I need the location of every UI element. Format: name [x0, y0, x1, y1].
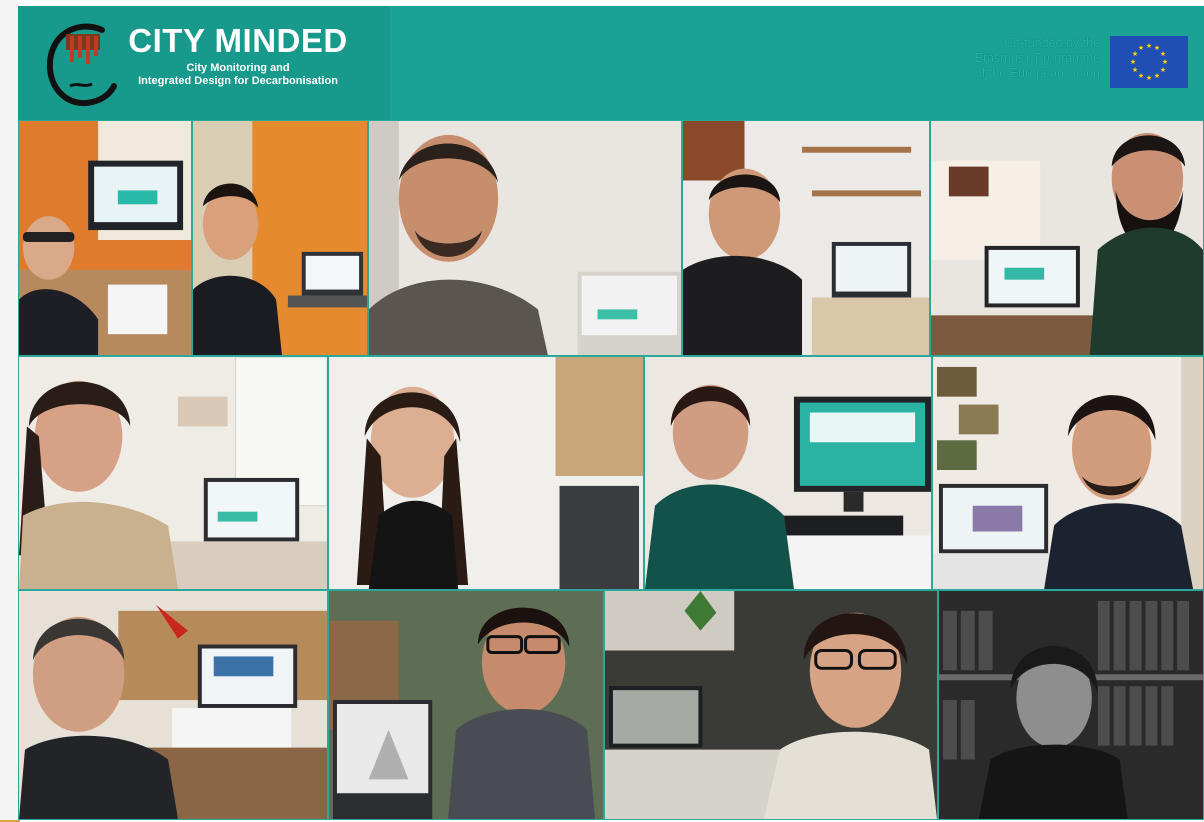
- header-banner: CITY MINDED City Monitoring and Integrat…: [18, 6, 1204, 120]
- participant-12-photo: [605, 591, 937, 819]
- participant-13-photo: [939, 591, 1203, 819]
- svg-text:★: ★: [1130, 58, 1136, 66]
- participant-tile-3: [368, 120, 682, 356]
- project-subtitle-line-1: City Monitoring and: [186, 62, 290, 74]
- participant-tile-6: [18, 356, 328, 590]
- svg-text:★: ★: [1160, 50, 1166, 58]
- participant-tile-1: [18, 120, 192, 356]
- participant-8-photo: [645, 357, 931, 589]
- svg-text:★: ★: [1138, 44, 1144, 52]
- city-minded-logo-icon: [46, 23, 117, 107]
- participant-tile-5: [930, 120, 1204, 356]
- participant-tile-12: [604, 590, 938, 820]
- participant-tile-13: [938, 590, 1204, 820]
- svg-text:★: ★: [1146, 42, 1152, 50]
- participant-tile-4: [682, 120, 930, 356]
- participant-7-photo: [329, 357, 643, 589]
- svg-text:★: ★: [1162, 58, 1168, 66]
- svg-text:★: ★: [1160, 66, 1166, 74]
- eu-text-line-3: of the European Union: [974, 66, 1100, 80]
- participant-10-photo: [19, 591, 327, 819]
- left-margin: [0, 0, 18, 822]
- project-subtitle-line-2: Integrated Design for Decarbonisation: [138, 75, 338, 87]
- participant-tile-9: [932, 356, 1204, 590]
- participant-tile-11: [328, 590, 604, 820]
- project-title: CITY MINDED: [128, 22, 348, 59]
- video-call-grid: [18, 120, 1204, 820]
- participant-4-photo: [683, 121, 929, 355]
- svg-text:★: ★: [1154, 72, 1160, 80]
- eu-flag-icon: ★ ★★ ★★★ ★★★ ★★★: [1110, 36, 1188, 88]
- project-logo-block: CITY MINDED City Monitoring and Integrat…: [18, 6, 390, 120]
- participant-tile-2: [192, 120, 368, 356]
- participant-tile-10: [18, 590, 328, 820]
- participant-3-photo: [369, 121, 681, 355]
- participant-tile-8: [644, 356, 932, 590]
- participant-9-photo: [933, 357, 1203, 589]
- participant-1-photo: [19, 121, 191, 355]
- svg-text:★: ★: [1132, 66, 1138, 74]
- eu-funding-text: Co-funded by the Erasmus+ Programme of t…: [900, 36, 1100, 81]
- participant-5-photo: [931, 121, 1203, 355]
- eu-text-line-1: Co-funded by the: [1004, 36, 1100, 50]
- svg-text:★: ★: [1138, 72, 1144, 80]
- participant-6-photo: [19, 357, 327, 589]
- participant-11-photo: [329, 591, 603, 819]
- eu-text-line-2: Erasmus+ Programme: [974, 51, 1100, 65]
- participant-2-photo: [193, 121, 367, 355]
- svg-text:★: ★: [1146, 74, 1152, 82]
- project-subtitle: City Monitoring and Integrated Design fo…: [118, 62, 358, 88]
- participant-tile-7: [328, 356, 644, 590]
